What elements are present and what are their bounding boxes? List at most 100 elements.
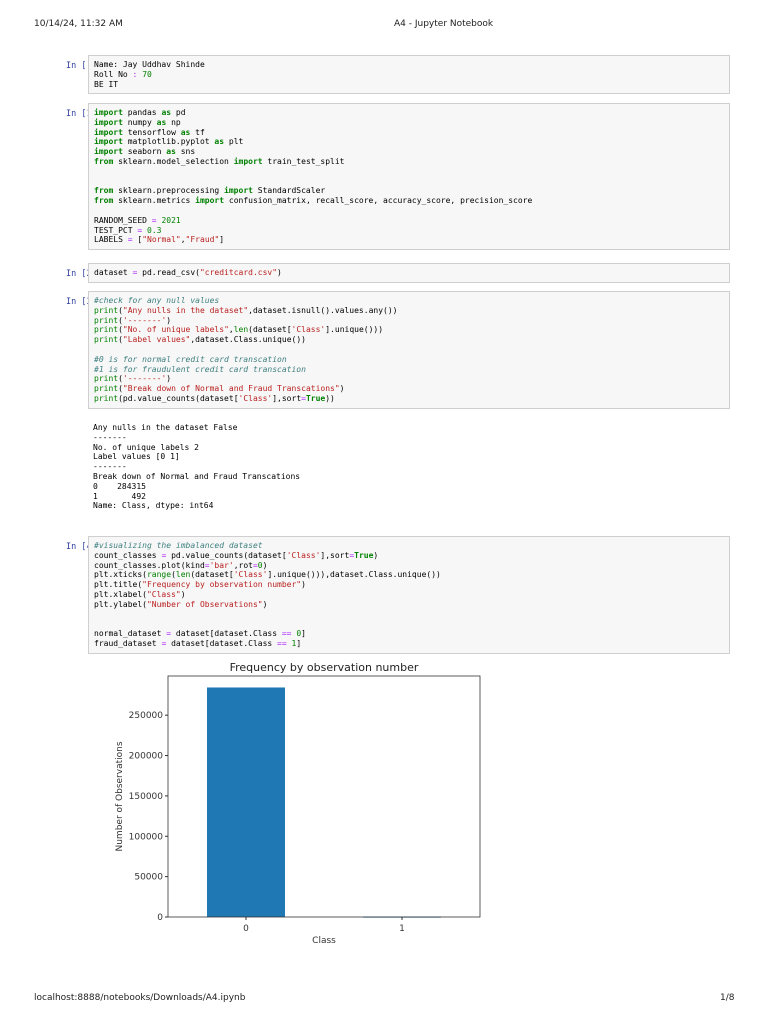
code-input[interactable]: #visualizing the imbalanced dataset count… [88, 536, 730, 654]
code-token: ) [339, 384, 345, 394]
y-tick-label: 150000 [129, 792, 164, 802]
code-token: ,dataset.isnull().values.any()) [248, 305, 398, 315]
code-token: import [94, 127, 123, 137]
code-token: '-------' [122, 315, 167, 325]
code-token: from [94, 156, 114, 166]
code-token: ].unique())),dataset.Class.unique()) [267, 570, 441, 580]
code-line: Name: Jay Uddhav Shinde [94, 60, 724, 70]
code-token: #check for any null values [94, 296, 220, 305]
y-tick-label: 200000 [129, 752, 164, 762]
code-token: "Fraud" [185, 235, 220, 245]
code-line: #visualizing the imbalanced dataset [94, 541, 724, 551]
code-token: "Any nulls in the dataset" [122, 305, 249, 315]
code-token: "Normal" [142, 235, 181, 245]
y-tick-label: 0 [157, 913, 163, 923]
bar-chart: 0 1 0 50000 100000 150000 200000 250000 Frequenc… [115, 661, 481, 946]
code-token: pd.value_counts(dataset[ [166, 550, 287, 560]
code-token: ) [262, 599, 268, 609]
code-token: from [94, 186, 114, 196]
code-token: ].unique())) [325, 325, 384, 335]
print-title: A4 - Jupyter Notebook [394, 19, 494, 29]
code-token: as [180, 127, 191, 137]
code-line: count_classes.plot(kind='bar',rot=0) [94, 561, 724, 571]
code-line: plt.xticks(range(len(dataset['Class'].un… [94, 570, 724, 580]
code-token: ) [262, 560, 268, 570]
code-line: count_classes = pd.value_counts(dataset[… [94, 551, 724, 561]
code-token: ) [166, 315, 172, 325]
code-token: "creditcard.csv" [199, 268, 278, 277]
code-token: print [94, 305, 119, 315]
code-line: print(pd.value_counts(dataset['Class'],s… [94, 394, 724, 404]
code-token: import [94, 108, 123, 117]
code-token: ,dataset.Class.unique()) [190, 335, 306, 345]
code-token: RANDOM_SEED [94, 215, 152, 225]
code-line: import pandas as pd [94, 108, 724, 118]
code-token: matplotlib.pyplot [122, 137, 215, 147]
code-token: 'Class' [233, 570, 268, 580]
code-token: #visualizing the imbalanced dataset [94, 541, 263, 550]
code-token: tf [190, 127, 205, 137]
code-token: len [175, 570, 191, 580]
code-token: sklearn.metrics [113, 196, 196, 206]
code-token: True [354, 550, 374, 560]
code-token: '-------' [122, 374, 167, 384]
code-input[interactable]: #check for any null values print("Any nul… [88, 291, 730, 409]
code-token: count_classes [94, 550, 162, 560]
code-token: TEST_PCT [94, 225, 138, 235]
code-token: as [161, 108, 172, 117]
code-token: fraud_dataset [94, 638, 162, 648]
code-token: #0 is for normal credit card transcation [94, 354, 287, 364]
code-token: pd.read_csv( [137, 268, 200, 277]
y-tick-label: 100000 [129, 832, 164, 842]
output-line: Label values [0 1] [93, 452, 180, 462]
code-token: StandardScaler [252, 186, 326, 196]
code-token: Roll No [94, 69, 133, 79]
code-token: ) [301, 580, 306, 590]
code-line: plt.xlabel("Class") [94, 590, 724, 600]
code-token: plt.xticks( [94, 570, 147, 580]
x-tick-label: 1 [399, 924, 405, 934]
y-tick-label: 50000 [134, 873, 163, 883]
output-line: 1 492 [93, 491, 146, 501]
code-token: ] [301, 629, 306, 639]
code-token: ] [296, 638, 302, 648]
code-token: 'Class' [238, 393, 273, 403]
code-line: import numpy as np [94, 118, 724, 128]
code-token: pd [171, 108, 186, 117]
code-line: print("Label values",dataset.Class.uniqu… [94, 335, 724, 345]
code-token: (dataset[ [248, 325, 292, 335]
code-input[interactable]: import pandas as pd import numpy as np imp… [88, 103, 730, 251]
code-token: ) [180, 589, 186, 599]
code-line: normal_dataset = dataset[dataset.Class =… [94, 629, 724, 639]
chart-title: Frequency by observation number [230, 661, 419, 674]
code-input[interactable]: dataset = pd.read_csv("creditcard.csv") [88, 263, 730, 283]
code-line: print("Break down of Normal and Fraud Tr… [94, 384, 724, 394]
y-axis-label: Number of Observations [115, 741, 125, 851]
output-line: No. of unique labels 2 [93, 442, 199, 452]
output-line: Break down of Normal and Fraud Transcati… [93, 471, 301, 481]
code-token: train_test_split [262, 156, 345, 166]
code-line: print("Any nulls in the dataset",dataset… [94, 306, 724, 316]
code-input[interactable]: Name: Jay Uddhav Shinde Roll No : 70 BE IT [88, 55, 730, 95]
code-token: confusion_matrix, recall_score, accuracy… [224, 196, 533, 206]
x-axis-label: Class [312, 936, 336, 946]
code-token: print [94, 325, 119, 335]
code-token: 'Class' [291, 325, 326, 335]
code-token: "Break down of Normal and Fraud Transcat… [122, 384, 340, 394]
code-token: 2021 [161, 215, 181, 225]
page-number: 1/8 [720, 993, 735, 1003]
code-token: ) [277, 268, 282, 277]
code-token: 'Class' [286, 550, 321, 560]
code-token: count_classes.plot(kind [94, 560, 205, 570]
code-line: Roll No : 70 [94, 70, 724, 80]
code-token: BE IT [94, 79, 119, 89]
code-token: LABELS [94, 235, 128, 245]
code-token: 'bar' [209, 560, 234, 570]
code-token: == [281, 629, 292, 639]
code-token: as [156, 117, 167, 127]
code-line: #1 is for fraudulent credit card transca… [94, 365, 724, 375]
